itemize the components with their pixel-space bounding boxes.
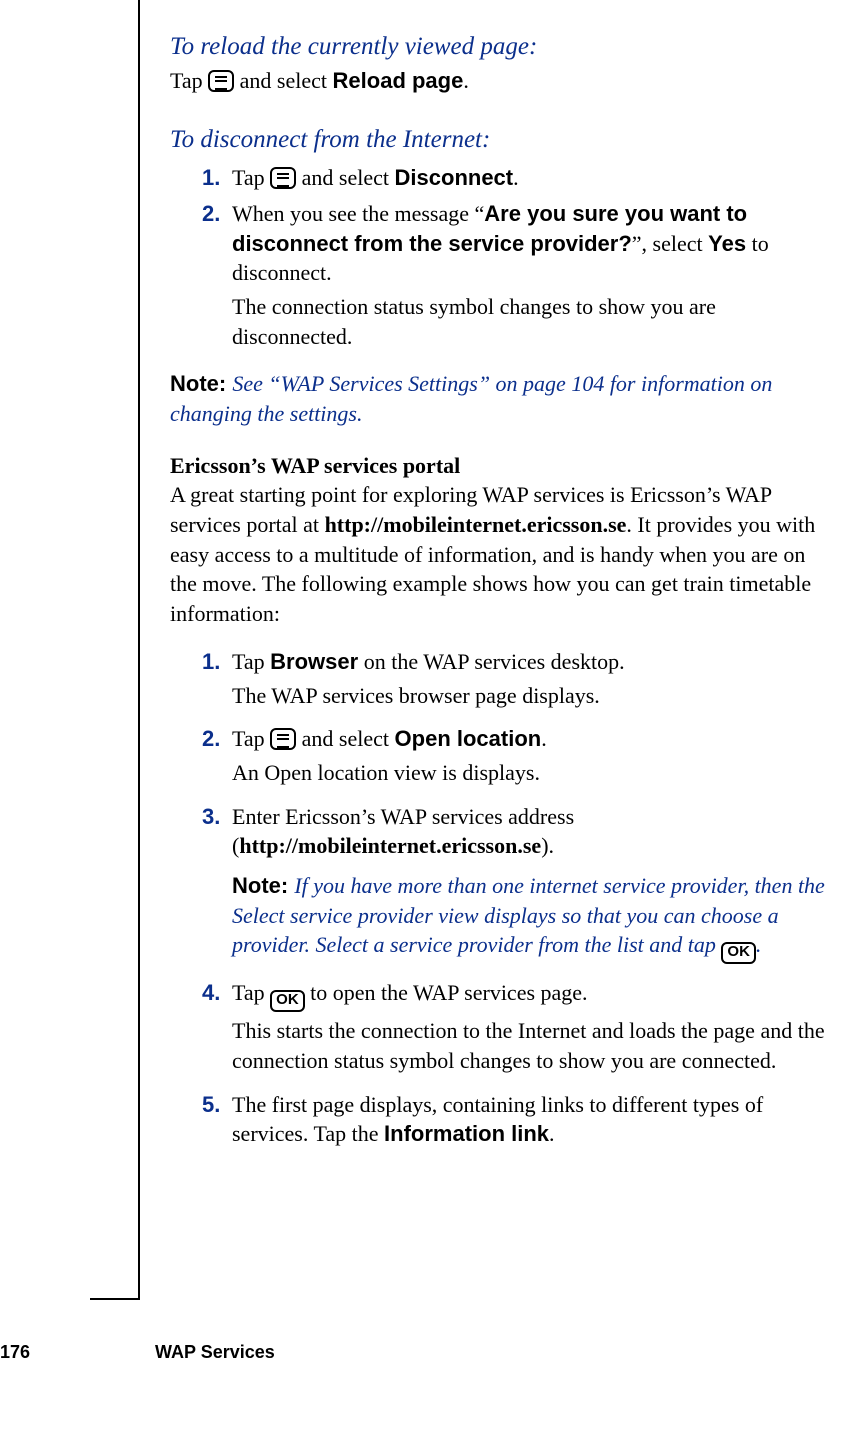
- step-number: 1.: [202, 163, 220, 193]
- page-number: 176: [0, 1340, 150, 1364]
- text: to open the WAP services page.: [310, 980, 587, 1005]
- note-label: Note:: [232, 873, 294, 898]
- menu-icon: [208, 70, 234, 92]
- button-label: Yes: [708, 231, 746, 256]
- list-item: 1. Tap Browser on the WAP services deskt…: [170, 647, 836, 710]
- note-text: See “WAP Services Settings” on page 104 …: [170, 371, 772, 426]
- text: Tap: [232, 649, 270, 674]
- text: .: [463, 68, 469, 93]
- disconnect-steps: 1. Tap and select Disconnect. 2. When yo…: [170, 163, 836, 351]
- text: ”, select: [632, 231, 708, 256]
- margin-rule: [138, 0, 140, 1300]
- step-continuation: An Open location view is displays.: [232, 758, 836, 788]
- portal-paragraph: A great starting point for exploring WAP…: [170, 480, 836, 628]
- url: http://mobileinternet.ericsson.se: [325, 512, 627, 537]
- step-continuation: The WAP services browser page displays.: [232, 681, 836, 711]
- page-footer: 176 WAP Services: [0, 1340, 275, 1364]
- text: and select: [240, 68, 333, 93]
- link-label: Information link: [384, 1121, 549, 1146]
- nested-note: Note: If you have more than one internet…: [232, 871, 836, 964]
- list-item: 2. Tap and select Open location. An Open…: [170, 724, 836, 787]
- ok-icon: OK: [721, 942, 756, 964]
- text: on the WAP services desktop.: [358, 649, 624, 674]
- list-item: 5. The first page displays, containing l…: [170, 1090, 836, 1149]
- step-number: 1.: [202, 647, 220, 677]
- step-number: 4.: [202, 978, 220, 1008]
- step-number: 2.: [202, 199, 220, 229]
- note-label: Note:: [170, 371, 232, 396]
- text: and select: [302, 726, 395, 751]
- step-number: 3.: [202, 802, 220, 832]
- section-title: WAP Services: [155, 1342, 275, 1362]
- menu-item-label: Disconnect: [395, 165, 514, 190]
- text: Tap: [232, 980, 270, 1005]
- text: .: [513, 165, 519, 190]
- content-column: To reload the currently viewed page: Tap…: [170, 20, 836, 1149]
- heading-reload: To reload the currently viewed page:: [170, 30, 836, 64]
- subheading-portal: Ericsson’s WAP services portal: [170, 451, 836, 481]
- menu-icon: [270, 728, 296, 750]
- note: Note: See “WAP Services Settings” on pag…: [170, 369, 836, 428]
- heading-disconnect: To disconnect from the Internet:: [170, 123, 836, 157]
- note-text: .: [756, 932, 762, 957]
- text: .: [541, 726, 547, 751]
- step-number: 5.: [202, 1090, 220, 1120]
- url: http://mobileinternet.ericsson.se: [239, 833, 541, 858]
- text: .: [549, 1121, 555, 1146]
- text: Tap: [232, 165, 270, 190]
- list-item: 3. Enter Ericsson’s WAP services address…: [170, 802, 836, 965]
- menu-item-label: Open location: [395, 726, 542, 751]
- text: and select: [302, 165, 395, 190]
- text: ).: [541, 833, 554, 858]
- menu-item-label: Reload page: [333, 68, 464, 93]
- text: Tap: [170, 68, 208, 93]
- portal-steps: 1. Tap Browser on the WAP services deskt…: [170, 647, 836, 1149]
- text: When you see the message “: [232, 201, 484, 226]
- app-label: Browser: [270, 649, 358, 674]
- list-item: 4. Tap OK to open the WAP services page.…: [170, 978, 836, 1075]
- page: To reload the currently viewed page: Tap…: [0, 0, 856, 1380]
- ok-icon: OK: [270, 990, 305, 1012]
- reload-instruction: Tap and select Reload page.: [170, 66, 836, 96]
- text: Tap: [232, 726, 270, 751]
- menu-icon: [270, 167, 296, 189]
- step-number: 2.: [202, 724, 220, 754]
- list-item: 1. Tap and select Disconnect.: [170, 163, 836, 193]
- list-item: 2. When you see the message “Are you sur…: [170, 199, 836, 351]
- step-continuation: The connection status symbol changes to …: [232, 292, 836, 351]
- step-continuation: This starts the connection to the Intern…: [232, 1016, 836, 1075]
